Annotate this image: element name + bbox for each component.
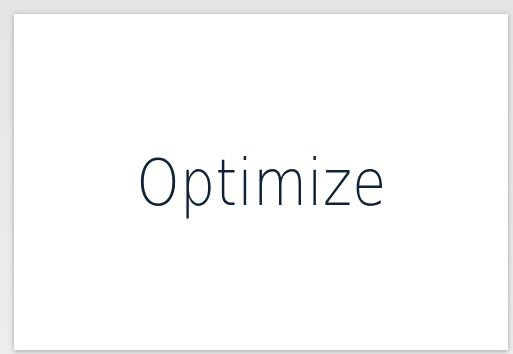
page-background: Optimize xyxy=(0,0,513,354)
optimize-card[interactable]: Optimize xyxy=(14,14,508,350)
card-title: Optimize xyxy=(135,147,387,221)
